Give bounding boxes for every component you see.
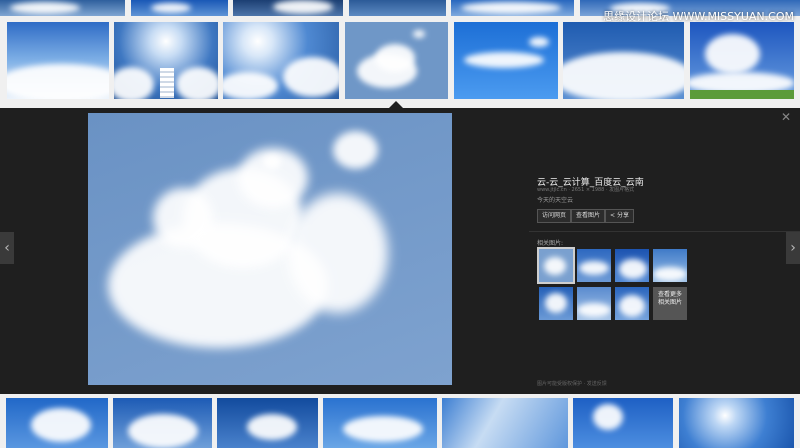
result-thumbnail[interactable]	[7, 22, 109, 99]
related-images-label: 相关图片:	[537, 240, 564, 247]
related-image[interactable]	[577, 249, 611, 282]
related-image[interactable]	[653, 249, 687, 282]
next-button[interactable]: ›	[786, 232, 800, 264]
related-image[interactable]	[615, 249, 649, 282]
result-thumbnail[interactable]	[114, 22, 218, 99]
result-thumbnail[interactable]	[442, 398, 568, 448]
share-button-label: 分享	[616, 212, 629, 219]
share-button[interactable]: < 分享	[605, 209, 634, 223]
related-image[interactable]	[537, 247, 575, 284]
result-thumbnail[interactable]	[454, 22, 558, 99]
image-subtitle: 今天的天空云	[537, 197, 574, 204]
more-related-images[interactable]: 查看更多相关图片	[653, 287, 687, 320]
result-thumbnail[interactable]	[563, 22, 684, 99]
result-thumbnail[interactable]	[6, 398, 108, 448]
related-image[interactable]	[539, 287, 573, 320]
main-image	[88, 113, 452, 385]
result-thumbnail[interactable]	[451, 0, 574, 16]
result-thumbnail[interactable]	[223, 22, 339, 99]
share-icon: <	[610, 212, 616, 219]
result-thumbnail[interactable]	[233, 0, 343, 16]
related-image[interactable]	[615, 287, 649, 320]
result-thumbnail[interactable]	[113, 398, 212, 448]
view-image-button[interactable]: 查看图片	[571, 209, 606, 223]
result-thumbnail[interactable]	[573, 398, 673, 448]
more-related-label: 查看更多相关图片	[657, 291, 682, 306]
result-thumbnail[interactable]	[690, 22, 794, 99]
result-thumbnail[interactable]	[131, 0, 228, 16]
result-thumbnail[interactable]	[323, 398, 437, 448]
image-meta: www.jtjlc.cn · 2651 × 1988 · 发图片格式	[537, 187, 635, 193]
previous-button[interactable]: ‹	[0, 232, 14, 264]
result-thumbnail[interactable]	[217, 398, 318, 448]
close-button[interactable]: ✕	[780, 111, 792, 123]
selection-pointer	[389, 101, 403, 108]
close-icon: ✕	[780, 110, 792, 124]
result-thumbnail[interactable]	[0, 0, 125, 16]
footer-note[interactable]: 图片可能受版权保护 · 发送反馈	[537, 380, 607, 387]
result-thumbnail[interactable]	[349, 0, 446, 16]
divider	[529, 231, 800, 232]
visit-page-button[interactable]: 访问网页	[537, 209, 572, 223]
chevron-right-icon: ›	[790, 240, 796, 256]
result-thumbnail-selected[interactable]	[345, 22, 448, 99]
related-image[interactable]	[577, 287, 611, 320]
result-thumbnail[interactable]	[679, 398, 794, 448]
chevron-left-icon: ‹	[4, 240, 10, 256]
